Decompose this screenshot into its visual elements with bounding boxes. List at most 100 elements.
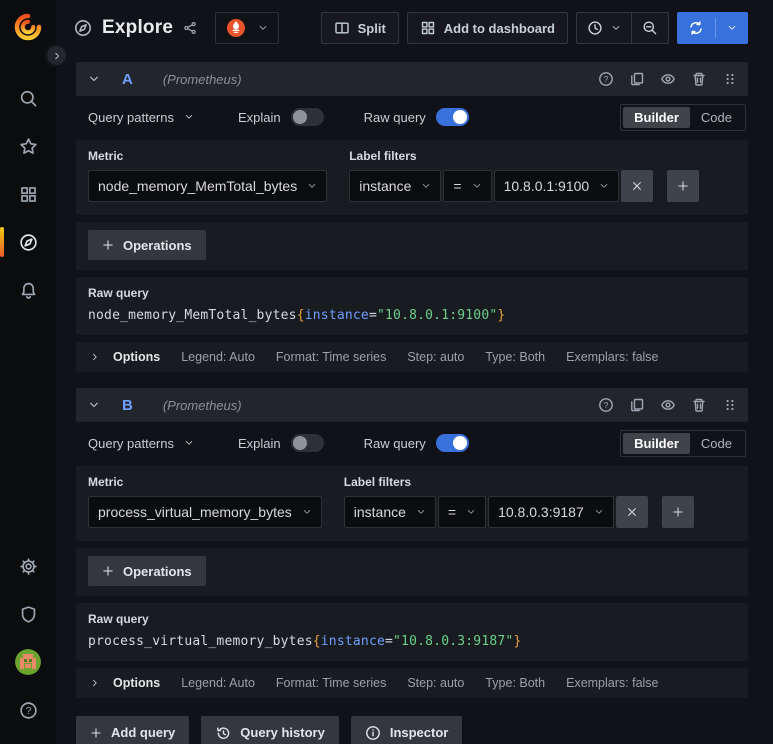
sidebar-item-explore[interactable]	[0, 218, 56, 266]
add-operation-button[interactable]: Operations	[88, 230, 206, 260]
metric-select[interactable]: node_memory_MemTotal_bytes	[88, 170, 328, 202]
query-ref-id[interactable]: B	[122, 397, 133, 414]
filter-key-select[interactable]: instance	[343, 496, 436, 528]
svg-text:?: ?	[604, 74, 609, 84]
remove-query-trash-icon[interactable]	[691, 397, 707, 413]
add-operation-button[interactable]: Operations	[88, 556, 206, 586]
sidebar-item-server-admin[interactable]	[0, 590, 56, 638]
option-exemplars: Exemplars: false	[566, 676, 659, 690]
sidebar-item-help[interactable]: ?	[0, 686, 56, 734]
raw-string-value: "10.8.0.1:9100"	[376, 308, 498, 323]
raw-rbrace: }	[513, 634, 522, 649]
drag-handle-icon[interactable]	[722, 71, 738, 87]
operations-label: Operations	[123, 237, 192, 253]
refresh-interval-dropdown[interactable]	[716, 12, 748, 44]
filter-key-select[interactable]: instance	[349, 170, 442, 202]
add-query-button[interactable]: Add query	[76, 716, 190, 744]
duplicate-query-icon[interactable]	[629, 71, 645, 87]
add-filter-button[interactable]	[661, 496, 694, 528]
filter-value-select[interactable]: 10.8.0.1:9100	[493, 170, 620, 202]
remove-filter-button[interactable]	[615, 496, 648, 528]
drag-handle-icon[interactable]	[722, 397, 738, 413]
collapse-chevron-icon[interactable]	[88, 399, 100, 411]
sidebar-item-search[interactable]	[0, 74, 56, 122]
chevron-down-icon	[728, 26, 736, 30]
explain-toggle[interactable]	[290, 108, 324, 126]
explore-content: A (Prometheus) ? Query patterns Explain …	[56, 56, 773, 744]
refresh-segment[interactable]	[677, 12, 715, 44]
query-actions: ?	[598, 71, 738, 87]
add-query-label: Add query	[111, 725, 176, 740]
add-to-dashboard-label: Add to dashboard	[443, 20, 555, 36]
raw-query-label: Raw query	[363, 435, 426, 451]
datasource-picker[interactable]	[215, 12, 280, 44]
query-patterns-dropdown[interactable]: Query patterns	[88, 436, 194, 451]
hide-response-eye-icon[interactable]	[660, 397, 676, 413]
sidebar-item-alerting[interactable]	[0, 266, 56, 314]
query-patterns-dropdown[interactable]: Query patterns	[88, 110, 194, 125]
raw-lbrace: {	[296, 308, 305, 323]
raw-query-toggle[interactable]	[435, 108, 469, 126]
explain-toggle[interactable]	[290, 434, 324, 452]
inspector-button[interactable]: Inspector	[350, 716, 463, 744]
filter-value-select[interactable]: 10.8.0.3:9187	[488, 496, 614, 528]
builder-mode-tab[interactable]: Builder	[623, 106, 690, 128]
builder-mode-tab[interactable]: Builder	[623, 432, 690, 454]
filter-operator-select[interactable]: =	[437, 496, 487, 528]
options-expander[interactable]: Options	[90, 676, 160, 690]
options-expander[interactable]: Options	[90, 350, 160, 364]
code-mode-tab[interactable]: Code	[690, 107, 743, 128]
raw-label-key: instance	[320, 634, 385, 649]
explore-footer-actions: Add query Query history Inspector	[76, 716, 748, 744]
zoom-out-icon	[643, 21, 657, 35]
filter-operator-value: =	[453, 178, 462, 194]
metric-field-label: Metric	[88, 475, 124, 489]
query-actions: ?	[598, 397, 738, 413]
collapse-chevron-icon[interactable]	[88, 73, 100, 85]
zoom-out-button[interactable]	[632, 13, 668, 43]
help-icon[interactable]: ?	[598, 397, 614, 413]
query-builder-a: Metric node_memory_MemTotal_bytes Label …	[76, 140, 748, 215]
filter-operator-select[interactable]: =	[443, 170, 492, 202]
label-filters-label: Label filters	[349, 149, 417, 163]
raw-query-toggle[interactable]	[435, 434, 469, 452]
share-icon[interactable]	[183, 21, 197, 35]
remove-filter-button[interactable]	[621, 170, 654, 202]
duplicate-query-icon[interactable]	[629, 397, 645, 413]
filter-key-value: instance	[353, 504, 406, 520]
raw-query-section-b: Raw query process_virtual_memory_bytes{i…	[76, 603, 748, 661]
query-row-a: A (Prometheus) ? Query patterns Explain …	[76, 62, 748, 372]
filter-operator-value: =	[447, 504, 457, 520]
query-header-b: B (Prometheus) ?	[76, 388, 748, 422]
chevron-down-icon	[303, 510, 310, 514]
query-history-button[interactable]: Query history	[201, 716, 339, 744]
sidebar-item-starred[interactable]	[0, 122, 56, 170]
sidebar-expand-button[interactable]	[44, 43, 69, 68]
chevron-down-icon	[417, 510, 425, 514]
remove-query-trash-icon[interactable]	[691, 71, 707, 87]
time-range-picker[interactable]	[577, 13, 631, 43]
hide-response-eye-icon[interactable]	[660, 71, 676, 87]
raw-metric: process_virtual_memory_bytes	[88, 634, 313, 649]
chevron-down-icon	[185, 441, 193, 445]
close-icon	[627, 508, 636, 516]
add-filter-button[interactable]	[667, 170, 700, 202]
chevron-down-icon	[600, 184, 608, 188]
compass-icon	[19, 233, 37, 251]
sidebar-item-dashboards[interactable]	[0, 170, 56, 218]
query-ref-id[interactable]: A	[122, 71, 133, 88]
sidebar-item-profile[interactable]	[0, 638, 56, 686]
add-to-dashboard-button[interactable]: Add to dashboard	[406, 12, 568, 44]
metric-select[interactable]: process_virtual_memory_bytes	[88, 496, 322, 528]
operations-section-a: Operations	[76, 222, 748, 270]
sidebar-item-configuration[interactable]	[0, 542, 56, 590]
help-icon[interactable]: ?	[598, 71, 614, 87]
chevron-down-icon	[595, 510, 602, 514]
code-mode-tab[interactable]: Code	[690, 433, 743, 454]
query-datasource-hint: (Prometheus)	[162, 71, 242, 87]
svg-text:?: ?	[604, 400, 609, 410]
split-button[interactable]: Split	[320, 12, 399, 44]
plus-icon	[678, 181, 688, 191]
grafana-logo[interactable]	[13, 12, 43, 42]
run-query-button[interactable]	[677, 12, 748, 44]
